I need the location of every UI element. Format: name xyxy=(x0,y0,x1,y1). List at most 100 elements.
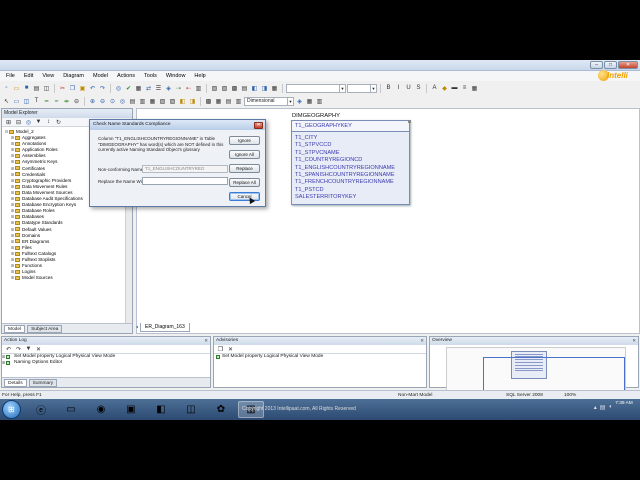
selection-handle[interactable] xyxy=(408,120,411,123)
new-icon[interactable]: ▫ xyxy=(2,84,11,93)
taskbar-folder-icon[interactable]: ▭ xyxy=(58,401,84,418)
panel-close-icon[interactable]: ✕ xyxy=(420,337,424,345)
keys-display-icon[interactable]: ▦ xyxy=(148,97,157,106)
panel-close-icon[interactable]: ✕ xyxy=(204,337,208,345)
validate-icon[interactable]: ✔ xyxy=(124,84,133,93)
open-icon[interactable]: ▭ xyxy=(12,84,21,93)
report-icon[interactable]: ▦ xyxy=(134,84,143,93)
italic-icon[interactable]: I xyxy=(394,84,403,93)
font-combo[interactable]: ▼ xyxy=(286,83,346,93)
save-icon[interactable]: ■ xyxy=(22,84,31,93)
log-clear-icon[interactable]: ✕ xyxy=(34,345,43,354)
line-color-icon[interactable]: ▬ xyxy=(450,84,459,93)
forward-engineer-icon[interactable]: ⇢ xyxy=(174,84,183,93)
compare-icon[interactable]: ⇄ xyxy=(144,84,153,93)
primary-key-attribute[interactable]: T1_GEOGRAPHYKEY xyxy=(292,121,409,132)
entity-attribute[interactable]: T1_COUNTRYREGIONCD xyxy=(295,157,409,164)
tab-model[interactable]: Model xyxy=(4,324,26,333)
definition-display-icon[interactable]: ▧ xyxy=(158,97,167,106)
paste-icon[interactable]: ▣ xyxy=(78,84,87,93)
tool-b-icon[interactable]: ▨ xyxy=(220,84,229,93)
collapse-icon[interactable]: ⊟ xyxy=(14,118,23,127)
dialog-close-button[interactable]: ✕ xyxy=(254,121,263,129)
entity-attribute[interactable]: T1_CITY xyxy=(295,135,409,142)
tool-g-icon[interactable]: ▦ xyxy=(270,84,279,93)
menu-edit[interactable]: Edit xyxy=(24,73,33,79)
schema-icon[interactable]: ▥ xyxy=(194,84,203,93)
tab-subject-area[interactable]: Subject Area xyxy=(27,324,63,333)
tree-item[interactable]: ⊞ Model Sources xyxy=(4,275,125,281)
taskbar-ie-icon[interactable]: ⓔ xyxy=(28,401,54,418)
strike-icon[interactable]: S xyxy=(414,84,423,93)
menu-window[interactable]: Window xyxy=(166,73,186,79)
expand-node-icon[interactable]: ⊞ xyxy=(2,360,5,366)
tab-er-diagram[interactable]: ER_Diagram_163 xyxy=(140,323,190,332)
menu-model[interactable]: Model xyxy=(93,73,108,79)
replace-button[interactable]: Replace xyxy=(229,164,260,173)
taskbar-clock[interactable]: 7:39 AM xyxy=(612,401,636,407)
entity-attribute[interactable]: T1_STPVCNAME xyxy=(295,150,409,157)
expand-icon[interactable]: ⊞ xyxy=(4,118,13,127)
taskbar-app-c-icon[interactable]: ◫ xyxy=(178,401,204,418)
physical-view-icon[interactable]: ◨ xyxy=(188,97,197,106)
menu-tools[interactable]: Tools xyxy=(144,73,157,79)
menu-actions[interactable]: Actions xyxy=(117,73,135,79)
bold-icon[interactable]: B xyxy=(384,84,393,93)
entity-name[interactable]: DIMGEOGRAPHY xyxy=(292,113,340,119)
tab-details[interactable]: Details xyxy=(4,378,27,387)
list-item[interactable]: ⊞ Naming Options Editor xyxy=(2,360,210,366)
layout-d-icon[interactable]: ▥ xyxy=(234,97,243,106)
zoom-100-icon[interactable]: ◎ xyxy=(118,97,127,106)
taskbar-chrome-icon[interactable]: ◉ xyxy=(88,401,114,418)
table-icon[interactable]: ▦ xyxy=(305,97,314,106)
replace-name-input[interactable] xyxy=(142,177,228,185)
zoom-out-icon[interactable]: ⊖ xyxy=(98,97,107,106)
cut-icon[interactable]: ✂ xyxy=(58,84,67,93)
menu-help[interactable]: Help xyxy=(194,73,205,79)
tool-e-icon[interactable]: ◧ xyxy=(250,84,259,93)
explorer-sort-icon[interactable]: ↕ xyxy=(44,118,53,127)
properties-icon[interactable]: ☰ xyxy=(154,84,163,93)
panel-close-icon[interactable]: ✕ xyxy=(632,337,636,345)
log-undo-icon[interactable]: ↶ xyxy=(4,345,13,354)
arrange-icon[interactable]: ▦ xyxy=(470,84,479,93)
taskbar-app-d-icon[interactable]: ✿ xyxy=(208,401,234,418)
entity-display-icon[interactable]: ▤ xyxy=(128,97,137,106)
fill-color-icon[interactable]: ◆ xyxy=(440,84,449,93)
menu-file[interactable]: File xyxy=(6,73,15,79)
font-size-combo[interactable]: ▼ xyxy=(347,83,377,93)
font-color-icon[interactable]: A xyxy=(430,84,439,93)
identifying-rel-icon[interactable]: ━ xyxy=(42,97,51,106)
pointer-icon[interactable]: ↖ xyxy=(2,97,11,106)
entity-attribute[interactable]: T1_ENGLISHCOUNTRYREGIONNAME xyxy=(295,165,409,172)
text-icon[interactable]: T xyxy=(32,97,41,106)
entity-attribute[interactable]: T1_STPVCCD xyxy=(295,142,409,149)
start-button[interactable]: ⊞ xyxy=(2,400,21,419)
zoom-in-icon[interactable]: ⊕ xyxy=(88,97,97,106)
underline-icon[interactable]: U xyxy=(404,84,413,93)
cancel-button[interactable]: Cancel xyxy=(229,192,260,201)
log-redo-icon[interactable]: ↷ xyxy=(14,345,23,354)
replace-all-button[interactable]: Replace All xyxy=(229,178,260,187)
entity-icon[interactable]: ▭ xyxy=(12,97,21,106)
zoom-fit-icon[interactable]: ⊙ xyxy=(108,97,117,106)
mart-icon[interactable]: ◈ xyxy=(164,84,173,93)
tool-f-icon[interactable]: ◨ xyxy=(260,84,269,93)
column-icon[interactable]: ▥ xyxy=(315,97,324,106)
entity-attribute[interactable]: SALESTERRITORYKEY xyxy=(295,194,409,201)
tray-up-icon[interactable]: ▴ xyxy=(594,404,597,411)
layout-b-icon[interactable]: ▦ xyxy=(214,97,223,106)
entity-attribute[interactable]: T1_PSTCD xyxy=(295,187,409,194)
ignore-all-button[interactable]: Ignore All xyxy=(229,150,260,159)
layout-a-icon[interactable]: ▩ xyxy=(204,97,213,106)
ignore-button[interactable]: Ignore xyxy=(229,136,260,145)
print-icon[interactable]: ▤ xyxy=(32,84,41,93)
entity-attribute[interactable]: T1_FRENCHCOUNTRYREGIONNAME xyxy=(295,179,409,186)
entity-attribute[interactable]: T1_SPANISHCOUNTRYREGIONNAME xyxy=(295,172,409,179)
tool-c-icon[interactable]: ▩ xyxy=(230,84,239,93)
dimensional-icon[interactable]: ◈ xyxy=(295,97,304,106)
icon-display-icon[interactable]: ▨ xyxy=(168,97,177,106)
log-filter-icon[interactable]: ▼ xyxy=(24,345,33,354)
many-to-many-icon[interactable]: ⇹ xyxy=(62,97,71,106)
explorer-refresh-icon[interactable]: ↻ xyxy=(54,118,63,127)
